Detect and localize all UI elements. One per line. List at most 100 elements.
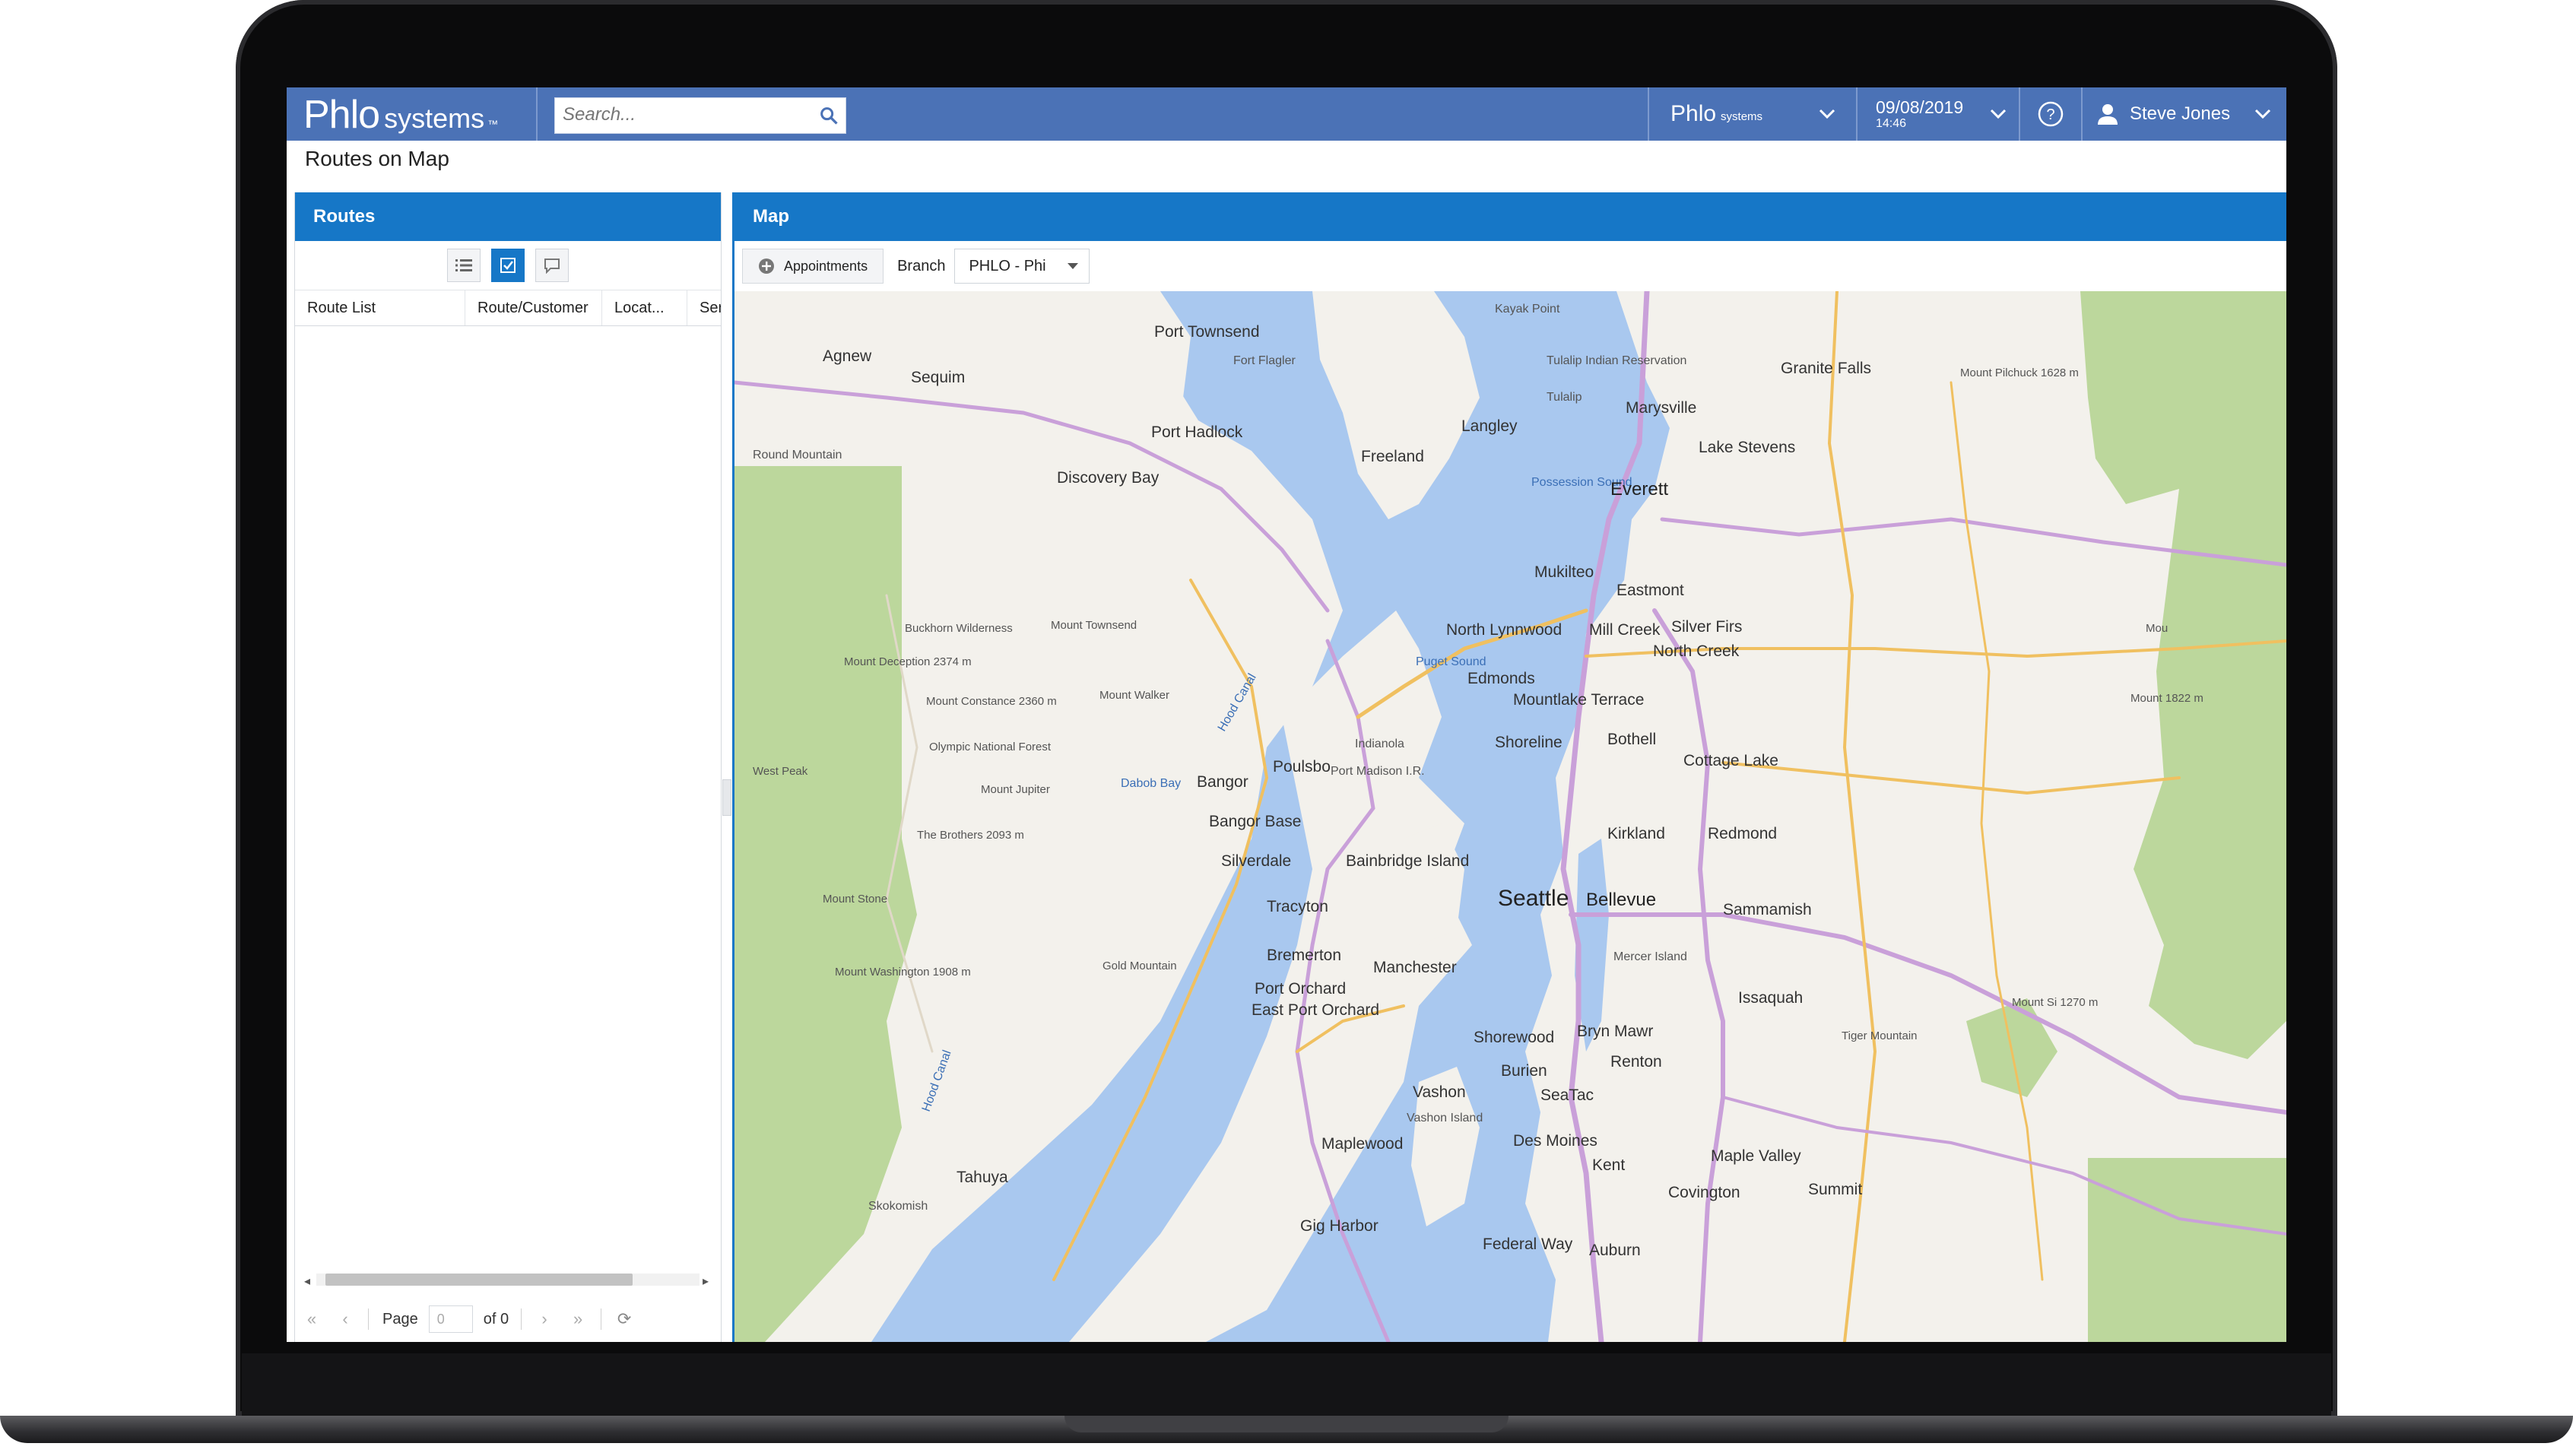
map-label: Manchester — [1373, 959, 1457, 976]
map-label: Bellevue — [1586, 890, 1656, 910]
map-label: Tulalip Indian Reservation — [1547, 354, 1686, 367]
dropdown-arrow-icon — [1068, 263, 1079, 269]
map-label: Port Orchard — [1255, 980, 1346, 998]
column-service[interactable]: Ser — [687, 290, 721, 325]
map-label: Shorewood — [1474, 1029, 1554, 1046]
scrollbar-thumb[interactable] — [325, 1274, 633, 1286]
map-label: Edmonds — [1467, 670, 1535, 687]
map-label: Burien — [1501, 1062, 1547, 1080]
map-panel: Map Appointments Branch PHLO - Phi Kayak… — [732, 192, 2286, 1342]
page-title: Routes on Map — [305, 147, 449, 170]
search-icon[interactable] — [818, 105, 839, 126]
appointments-button[interactable]: Appointments — [742, 249, 884, 284]
map-label: Mou — [2146, 622, 2168, 635]
page-number-input[interactable] — [428, 1305, 473, 1333]
search-input[interactable] — [555, 98, 814, 132]
top-bar: Phlo systems ™ Phlo systems 09/08/2019 1… — [287, 87, 2286, 141]
speech-bubble-icon — [544, 259, 560, 274]
user-menu[interactable]: Steve Jones — [2096, 87, 2271, 141]
map-label: Summit — [1808, 1181, 1862, 1198]
map-label: Gig Harbor — [1300, 1217, 1379, 1235]
column-location[interactable]: Locat... — [602, 290, 687, 325]
phlo-logo[interactable]: Phlo systems ™ — [303, 92, 498, 137]
map-label: Port Madison I.R. — [1331, 765, 1425, 778]
page-count-label: of 0 — [483, 1310, 509, 1328]
map-label: Mount 1822 m — [2130, 692, 2203, 705]
company-selector[interactable]: Phlo systems — [1670, 87, 1861, 141]
add-circle-icon — [759, 259, 774, 274]
help-button[interactable]: ? — [2035, 87, 2066, 141]
check-view-button[interactable] — [491, 249, 525, 282]
header-divider — [536, 87, 538, 141]
search-box[interactable] — [554, 97, 846, 134]
map-label: Kirkland — [1607, 825, 1665, 842]
pager: « ‹ Page of 0 › » ⟳ — [295, 1301, 721, 1337]
chevron-down-icon — [2254, 109, 2271, 119]
panel-collapse-handle[interactable] — [722, 779, 731, 816]
map-panel-header: Map — [734, 192, 2286, 241]
routes-panel: Routes Route List Route/Customer Locat..… — [294, 192, 722, 1342]
map-label: Seattle — [1498, 886, 1569, 911]
next-page-icon[interactable]: › — [528, 1309, 561, 1329]
map-label: Mount Si 1270 m — [2012, 996, 2098, 1009]
map-label: Olympic National Forest — [929, 741, 1052, 753]
map-label: Issaquah — [1738, 989, 1803, 1007]
map-label: Port Hadlock — [1151, 423, 1243, 441]
map-toolbar: Appointments Branch PHLO - Phi — [734, 241, 2286, 291]
map-label: Poulsbo — [1273, 758, 1331, 776]
map-label: Skokomish — [868, 1200, 928, 1213]
map-label: Silverdale — [1221, 852, 1291, 870]
map-label: Mount Stone — [823, 893, 887, 906]
map-canvas[interactable]: Kayak Point Agnew Sequim Port Townsend F… — [734, 291, 2286, 1342]
scroll-left-icon[interactable]: ◂ — [304, 1274, 310, 1289]
comment-view-button[interactable] — [535, 249, 569, 282]
map-label: Auburn — [1589, 1242, 1641, 1259]
map-label: Marysville — [1626, 399, 1696, 417]
help-icon: ? — [2038, 101, 2064, 127]
map-label: Puget Sound — [1416, 655, 1486, 668]
map-label: North Lynnwood — [1446, 621, 1562, 639]
map-label: Lake Stevens — [1699, 439, 1795, 456]
branch-label: Branch — [897, 257, 946, 274]
map-label: Maplewood — [1321, 1135, 1403, 1153]
column-route-customer[interactable]: Route/Customer — [465, 290, 602, 325]
map-label: Kent — [1592, 1156, 1625, 1174]
routes-toolbar — [295, 241, 721, 290]
map-label: Mount Jupiter — [981, 783, 1050, 796]
map-label: Indianola — [1355, 738, 1404, 750]
map-label: Dabob Bay — [1121, 777, 1181, 790]
map-label: Fort Flagler — [1233, 354, 1296, 367]
map-label: Cottage Lake — [1683, 752, 1778, 769]
prev-page-icon[interactable]: ‹ — [328, 1309, 362, 1329]
chevron-down-icon — [1819, 109, 1835, 119]
map-label: Langley — [1461, 417, 1518, 435]
map-label: Bangor Base — [1209, 813, 1301, 830]
map-label: Federal Way — [1483, 1236, 1573, 1253]
map-label: Agnew — [823, 347, 872, 365]
map-label: Bothell — [1607, 731, 1656, 748]
map-label: Bainbridge Island — [1346, 852, 1469, 870]
svg-text:?: ? — [2046, 106, 2054, 123]
horizontal-scrollbar[interactable]: ◂ ▸ — [300, 1269, 716, 1290]
map-label: Sammamish — [1723, 901, 1812, 918]
map-label: North Creek — [1653, 642, 1740, 660]
map-label: Mount Washington 1908 m — [835, 966, 971, 979]
branch-select[interactable]: PHLO - Phi — [954, 249, 1090, 284]
map-label: Granite Falls — [1781, 360, 1871, 377]
date-selector[interactable]: 09/08/2019 14:46 — [1876, 87, 2007, 141]
map-label: Tulalip — [1547, 391, 1582, 404]
map-label: Mountlake Terrace — [1513, 691, 1644, 709]
map-label: Vashon — [1413, 1083, 1466, 1101]
route-map[interactable]: Kayak Point Agnew Sequim Port Townsend F… — [734, 291, 2286, 1342]
column-route-list[interactable]: Route List — [295, 290, 465, 325]
map-label: Gold Mountain — [1102, 960, 1177, 972]
scroll-right-icon[interactable]: ▸ — [703, 1274, 709, 1289]
map-label: Mount Constance 2360 m — [926, 695, 1057, 708]
list-view-button[interactable] — [447, 249, 481, 282]
first-page-icon[interactable]: « — [295, 1309, 328, 1329]
map-label: Tahuya — [957, 1169, 1008, 1186]
last-page-icon[interactable]: » — [561, 1309, 595, 1329]
map-label: Kayak Point — [1495, 303, 1560, 316]
map-label: Bryn Mawr — [1577, 1023, 1653, 1040]
refresh-icon[interactable]: ⟳ — [608, 1309, 641, 1329]
